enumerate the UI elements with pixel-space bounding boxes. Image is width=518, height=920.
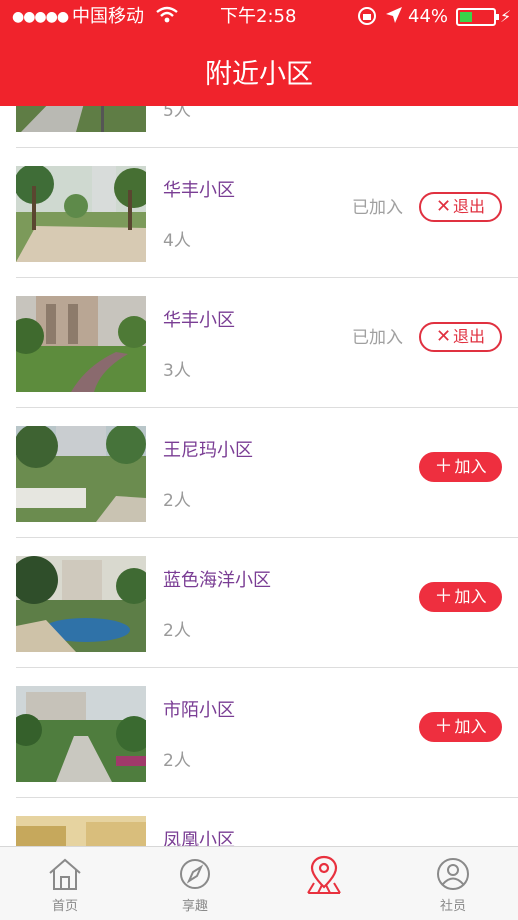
community-list[interactable]: 5人 华丰小区 4人 已加入 ✕ 退出 华丰小区 3人 已加入 ✕ 退出 王尼玛小区… — [0, 106, 518, 846]
community-name: 市陌小区 — [163, 700, 235, 721]
community-row[interactable]: 市陌小区 2人 ＋加入 — [0, 668, 518, 798]
close-icon: ✕ — [435, 196, 452, 217]
clock: 下午2:58 — [220, 6, 297, 27]
battery-fill — [460, 12, 472, 22]
navigation-bar: 附近小区 — [0, 34, 518, 106]
member-count: 3人 — [163, 361, 191, 381]
joined-status: 已加入 — [352, 328, 403, 348]
join-button[interactable]: ＋加入 — [419, 712, 502, 742]
quit-button[interactable]: ✕ 退出 — [419, 322, 502, 352]
member-count: 5人 — [163, 106, 191, 121]
tab-members[interactable]: 社员 — [388, 847, 518, 920]
signal-strength: ●●●●● — [12, 9, 69, 25]
member-count: 2人 — [163, 491, 191, 511]
home-icon — [49, 858, 81, 890]
plus-icon: ＋ — [434, 716, 453, 737]
quit-button[interactable]: ✕ 退出 — [419, 192, 502, 222]
plus-icon: ＋ — [434, 456, 453, 477]
join-button-label: 加入 — [454, 587, 487, 606]
community-name: 凤凰小区 — [163, 830, 235, 846]
wifi-icon — [156, 6, 178, 30]
rotation-lock-icon — [356, 6, 378, 32]
join-button[interactable]: ＋加入 — [419, 582, 502, 612]
community-name: 华丰小区 — [163, 180, 235, 201]
quit-button-label: 退出 — [453, 197, 486, 216]
community-photo — [16, 426, 146, 522]
member-count: 4人 — [163, 231, 191, 251]
community-row[interactable]: 5人 — [0, 106, 518, 148]
community-photo — [16, 686, 146, 782]
tab-fun[interactable]: 享趣 — [130, 847, 260, 920]
community-photo — [16, 816, 146, 846]
charging-bolt-icon: ⚡ — [500, 7, 512, 26]
community-photo — [16, 166, 146, 262]
community-name: 蓝色海洋小区 — [163, 570, 271, 591]
plus-icon: ＋ — [434, 586, 453, 607]
community-photo — [16, 556, 146, 652]
user-icon — [437, 858, 469, 890]
join-button-label: 加入 — [454, 717, 487, 736]
member-count: 2人 — [163, 751, 191, 771]
community-photo — [16, 106, 146, 132]
tab-members-label: 社员 — [439, 899, 466, 914]
tab-fun-label: 享趣 — [181, 899, 208, 914]
compass-icon — [180, 859, 210, 889]
community-row[interactable]: 王尼玛小区 2人 ＋加入 — [0, 408, 518, 538]
location-arrow-icon — [385, 6, 403, 30]
joined-status: 已加入 — [352, 198, 403, 218]
community-photo — [16, 296, 146, 392]
tab-nearby[interactable] — [259, 847, 389, 920]
tab-home[interactable]: 首页 — [0, 847, 130, 920]
battery-icon — [456, 8, 499, 26]
member-count: 2人 — [163, 621, 191, 641]
community-row[interactable]: 华丰小区 3人 已加入 ✕ 退出 — [0, 278, 518, 408]
carrier-name: 中国移动 — [72, 6, 144, 27]
community-row[interactable]: 华丰小区 4人 已加入 ✕ 退出 — [0, 148, 518, 278]
community-name: 王尼玛小区 — [163, 440, 253, 461]
join-button-label: 加入 — [454, 457, 487, 476]
map-pin-icon — [307, 855, 341, 894]
status-bar: ●●●●● 中国移动 下午2:58 44% ⚡ — [0, 0, 518, 34]
quit-button-label: 退出 — [453, 327, 486, 346]
battery-percent: 44% — [408, 6, 449, 27]
close-icon: ✕ — [435, 326, 452, 347]
tab-bar: 首页 享趣 社员 — [0, 846, 518, 920]
join-button[interactable]: ＋加入 — [419, 452, 502, 482]
community-name: 华丰小区 — [163, 310, 235, 331]
community-row[interactable]: 凤凰小区 — [0, 798, 518, 846]
community-row[interactable]: 蓝色海洋小区 2人 ＋加入 — [0, 538, 518, 668]
page-title: 附近小区 — [205, 59, 313, 90]
tab-home-label: 首页 — [51, 899, 78, 914]
